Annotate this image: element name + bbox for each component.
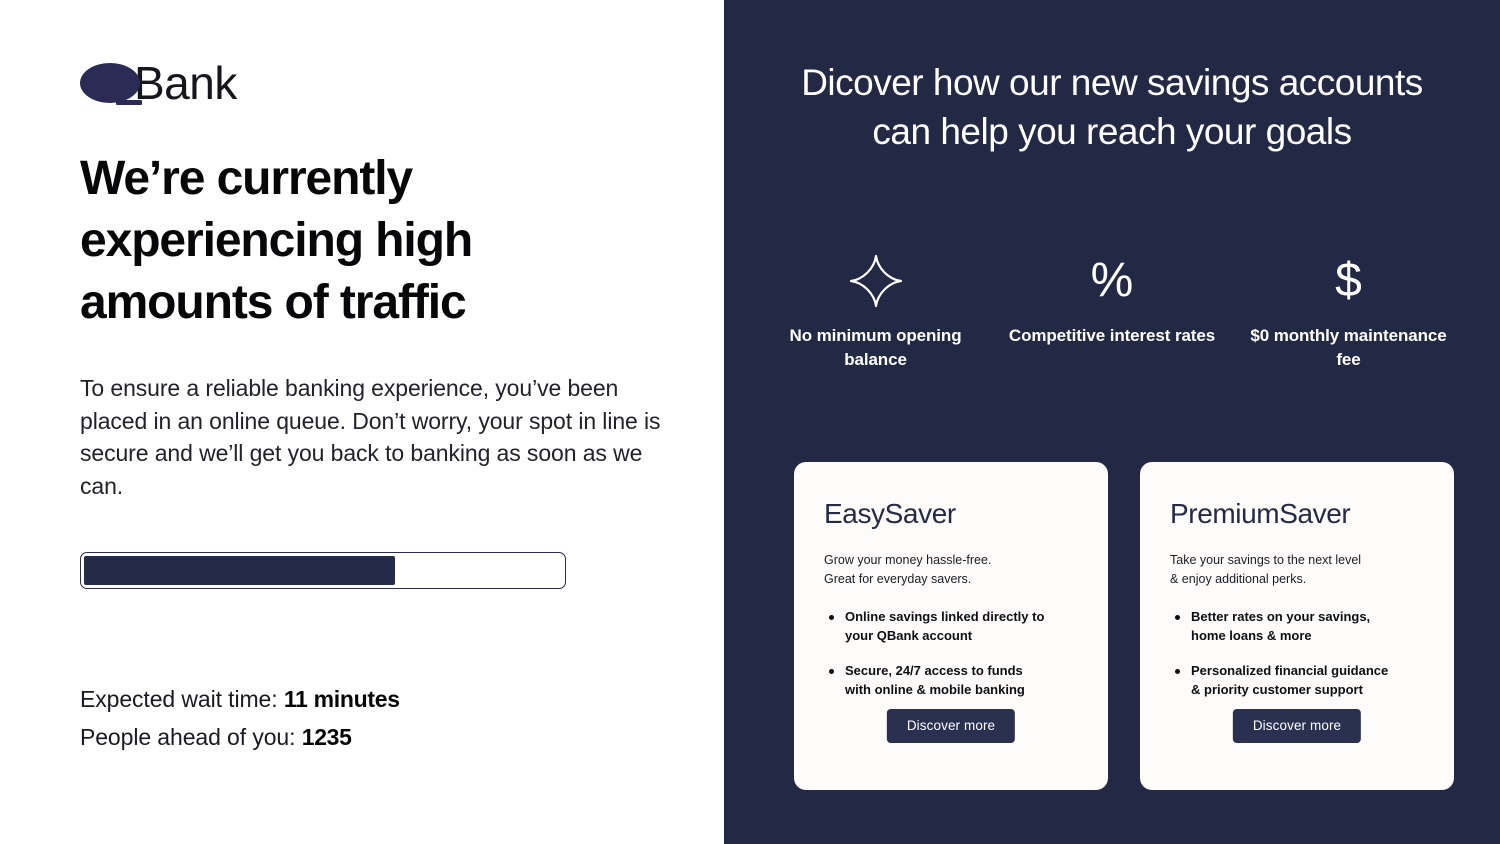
- queue-panel: Bank We’re currently experiencing high a…: [0, 0, 724, 844]
- queue-progress-fill: [84, 556, 395, 585]
- account-cards: EasySaver Grow your money hassle-free. G…: [794, 462, 1454, 790]
- people-ahead-row: People ahead of you: 1235: [80, 718, 400, 756]
- card-subtitle: Grow your money hassle-free. Great for e…: [824, 553, 992, 586]
- percent-icon: %: [1005, 252, 1220, 310]
- q-ellipse-logo-icon: [80, 61, 142, 105]
- queue-stats: Expected wait time: 11 minutes People ah…: [80, 680, 400, 756]
- queue-progress-bar: [80, 552, 566, 589]
- card-benefits: Better rates on your savings, home loans…: [1172, 608, 1424, 699]
- list-item: Personalized financial guidance & priori…: [1172, 662, 1424, 699]
- card-title: PremiumSaver: [1170, 498, 1351, 529]
- discover-more-button[interactable]: Discover more: [1232, 709, 1362, 743]
- promo-panel: Dicover how our new savings accounts can…: [724, 0, 1500, 844]
- feature-no-minimum: No minimum opening balance: [768, 252, 983, 372]
- promo-heading: Dicover how our new savings accounts can…: [801, 62, 1423, 152]
- feature-competitive-rates: % Competitive interest rates: [1005, 252, 1220, 372]
- card-subtitle: Take your savings to the next level & en…: [1170, 553, 1362, 586]
- card-title: EasySaver: [824, 498, 956, 529]
- feature-label: No minimum opening balance: [789, 326, 962, 369]
- feature-label: Competitive interest rates: [1008, 326, 1216, 345]
- list-item: Online savings linked directly to your Q…: [826, 608, 1078, 645]
- logo-tail-shape: [116, 100, 142, 105]
- account-card-easysaver[interactable]: EasySaver Grow your money hassle-free. G…: [794, 462, 1108, 790]
- expected-wait-value: 11 minutes: [283, 686, 400, 712]
- logo-wordmark: Bank: [134, 57, 237, 109]
- discover-more-button[interactable]: Discover more: [886, 709, 1016, 743]
- sparkle-star-icon: [768, 252, 983, 310]
- feature-list: No minimum opening balance % Competitive…: [768, 252, 1456, 372]
- page-title: We’re currently experiencing high amount…: [80, 152, 473, 329]
- card-benefits: Online savings linked directly to your Q…: [826, 608, 1078, 699]
- list-item: Better rates on your savings, home loans…: [1172, 608, 1424, 645]
- feature-label: $0 monthly maintenance fee: [1250, 326, 1447, 369]
- people-ahead-value: 1235: [301, 724, 352, 750]
- logo-ellipse-shape: [80, 63, 140, 103]
- feature-no-maintenance-fee: $ $0 monthly maintenance fee: [1241, 252, 1456, 372]
- people-ahead-label: People ahead of you:: [80, 724, 296, 750]
- dollar-sign-icon: $: [1241, 252, 1456, 310]
- expected-wait-label: Expected wait time:: [80, 686, 278, 712]
- percent-glyph: %: [1090, 254, 1134, 307]
- account-card-premiumsaver[interactable]: PremiumSaver Take your savings to the ne…: [1140, 462, 1454, 790]
- page-root: Bank We’re currently experiencing high a…: [0, 0, 1500, 844]
- qbank-logo[interactable]: Bank: [80, 57, 237, 109]
- expected-wait-row: Expected wait time: 11 minutes: [80, 680, 400, 718]
- list-item: Secure, 24/7 access to funds with online…: [826, 662, 1078, 699]
- queue-description: To ensure a reliable banking experience,…: [80, 375, 661, 499]
- dollar-glyph: $: [1335, 254, 1362, 307]
